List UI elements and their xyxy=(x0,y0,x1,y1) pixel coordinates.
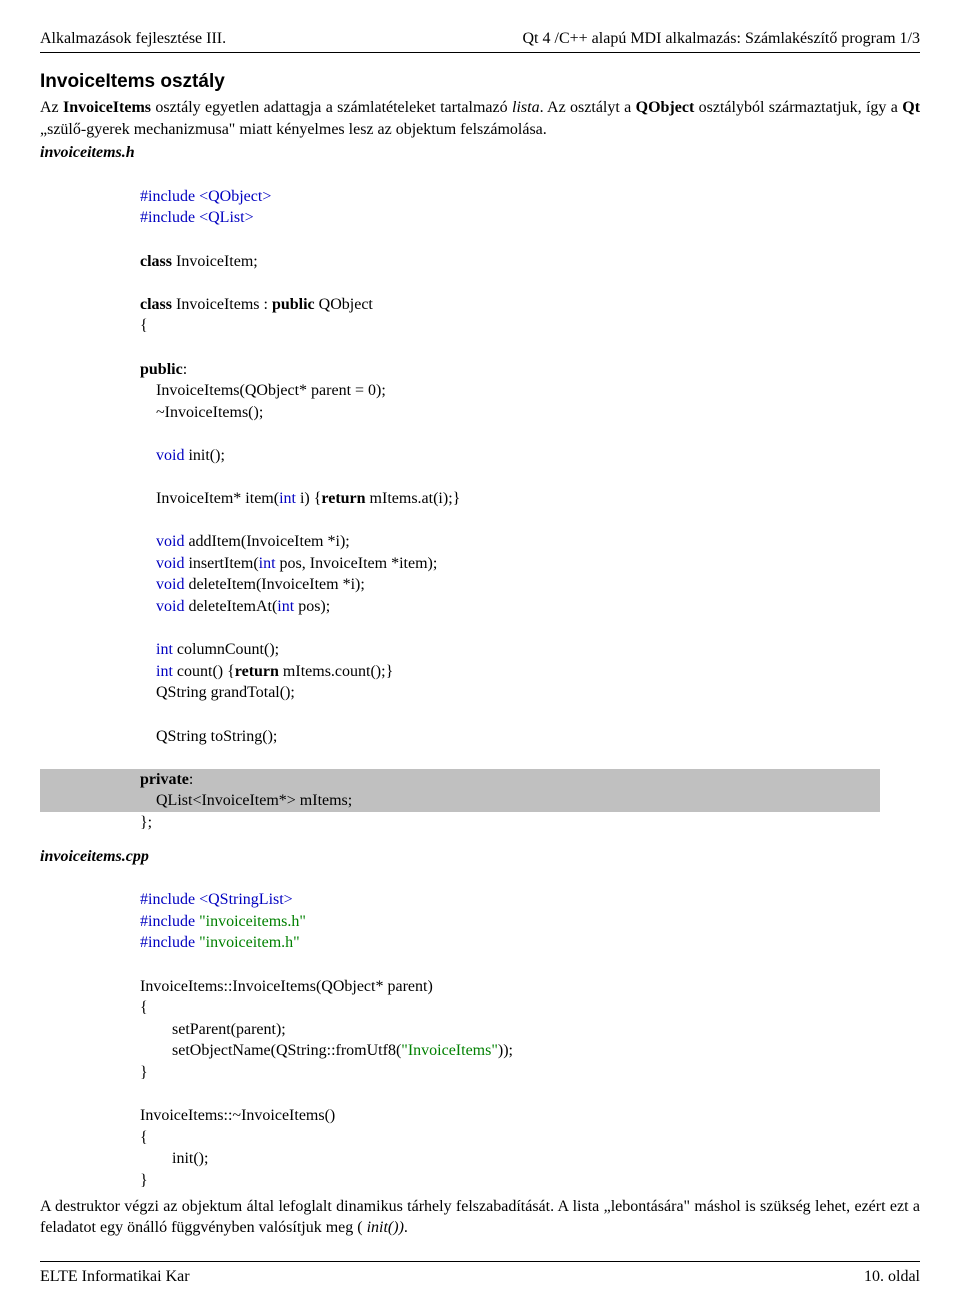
code-text: pos, InvoiceItem *item); xyxy=(276,555,438,572)
colon: : xyxy=(189,771,193,788)
keyword-type: void xyxy=(156,576,184,593)
code-line: init(); xyxy=(140,1150,208,1167)
page-footer: ELTE Informatikai Kar 10. oldal xyxy=(40,1268,920,1286)
code-text: mItems.at(i);} xyxy=(366,490,461,507)
keyword-type: int xyxy=(259,555,276,572)
footer-rule xyxy=(40,1261,920,1262)
footer-right: 10. oldal xyxy=(864,1268,920,1286)
code-block-cpp: #include <QStringList> #include "invoice… xyxy=(140,868,920,1192)
keyword-type: void xyxy=(156,447,184,464)
keyword: return xyxy=(321,490,365,507)
text-italic: init()) xyxy=(363,1219,404,1236)
keyword: public xyxy=(272,296,315,313)
header-left: Alkalmazások fejlesztése III. xyxy=(40,30,226,48)
text: Az xyxy=(40,99,63,116)
brace: } xyxy=(140,1064,148,1081)
header-rule xyxy=(40,52,920,53)
code-text: i) { xyxy=(296,490,321,507)
brace: { xyxy=(140,999,148,1016)
code-text: deleteItemAt( xyxy=(184,598,277,615)
string-literal: "InvoiceItems" xyxy=(401,1042,498,1059)
footer-left: ELTE Informatikai Kar xyxy=(40,1268,190,1286)
intro-paragraph: Az InvoiceItems osztály egyetlen adattag… xyxy=(40,97,920,140)
code-text: )); xyxy=(498,1042,513,1059)
keyword: private xyxy=(140,771,189,788)
code-line: InvoiceItems::InvoiceItems(QObject* pare… xyxy=(140,978,433,995)
text-bold: InvoiceItems xyxy=(63,99,151,116)
code-text: insertItem( xyxy=(184,555,258,572)
keyword: public xyxy=(140,361,183,378)
string-literal: "invoiceitem.h" xyxy=(199,934,300,951)
text-italic: lista xyxy=(512,99,540,116)
page-container: Alkalmazások fejlesztése III. Qt 4 /C++ … xyxy=(0,0,960,1306)
footer-paragraph: A destruktor végzi az objektum által lef… xyxy=(40,1196,920,1239)
text: osztályból származtatjuk, így a xyxy=(694,99,902,116)
text: . xyxy=(404,1219,408,1236)
text: „szülő-gyerek mechanizmusa" miatt kényel… xyxy=(40,121,547,138)
keyword-type: void xyxy=(156,598,184,615)
keyword-type: int xyxy=(279,490,296,507)
code-line: InvoiceItems(QObject* parent = 0); xyxy=(140,382,386,399)
code-line: QList<InvoiceItem*> mItems; xyxy=(140,792,352,809)
header-right: Qt 4 /C++ alapú MDI alkalmazás: Számlaké… xyxy=(523,30,921,48)
text: A destruktor végzi az objektum által lef… xyxy=(40,1198,920,1237)
include-line: #include <QList> xyxy=(140,209,254,226)
code-text: InvoiceItem; xyxy=(172,253,258,270)
keyword: return xyxy=(235,663,279,680)
code-block-h: #include <QObject> #include <QList> clas… xyxy=(140,164,920,833)
code-text: InvoiceItem* item( xyxy=(140,490,279,507)
brace: { xyxy=(140,317,148,334)
filename-h: invoiceitems.h xyxy=(40,144,920,162)
code-text: setObjectName(QString::fromUtf8( xyxy=(140,1042,401,1059)
include-kw: #include xyxy=(140,913,199,930)
brace: } xyxy=(140,1172,148,1189)
text-bold: Qt xyxy=(902,99,920,116)
brace: }; xyxy=(140,814,152,831)
text-bold: QObject xyxy=(636,99,695,116)
code-text: InvoiceItems : xyxy=(172,296,272,313)
page-header: Alkalmazások fejlesztése III. Qt 4 /C++ … xyxy=(40,30,920,48)
include-line: #include <QStringList> xyxy=(140,891,293,908)
code-line: QString grandTotal(); xyxy=(140,684,295,701)
filename-cpp: invoiceitems.cpp xyxy=(40,848,920,866)
code-text: columnCount(); xyxy=(173,641,279,658)
keyword-type: void xyxy=(156,533,184,550)
code-line: setParent(parent); xyxy=(140,1021,286,1038)
code-text: pos); xyxy=(294,598,330,615)
colon: : xyxy=(183,361,187,378)
string-literal: "invoiceitems.h" xyxy=(199,913,306,930)
code-text: mItems.count();} xyxy=(279,663,393,680)
code-text: QObject xyxy=(315,296,373,313)
code-text: deleteItem(InvoiceItem *i); xyxy=(184,576,364,593)
keyword-type: int xyxy=(277,598,294,615)
keyword-type: void xyxy=(156,555,184,572)
brace: { xyxy=(140,1129,148,1146)
code-text: init(); xyxy=(184,447,224,464)
keyword: class xyxy=(140,296,172,313)
highlighted-block: private: QList<InvoiceItem*> mItems; xyxy=(40,769,880,812)
include-line: #include <QObject> xyxy=(140,188,271,205)
text: osztály egyetlen adattagja a számlatétel… xyxy=(151,99,512,116)
code-text: count() { xyxy=(173,663,235,680)
code-text: addItem(InvoiceItem *i); xyxy=(184,533,349,550)
code-line: InvoiceItems::~InvoiceItems() xyxy=(140,1107,335,1124)
keyword-type: int xyxy=(156,663,173,680)
keyword: class xyxy=(140,253,172,270)
section-title: InvoiceItems osztály xyxy=(40,71,920,93)
include-kw: #include xyxy=(140,934,199,951)
text: . Az osztályt a xyxy=(540,99,636,116)
keyword-type: int xyxy=(156,641,173,658)
code-line: QString toString(); xyxy=(140,728,277,745)
code-line: ~InvoiceItems(); xyxy=(140,404,263,421)
